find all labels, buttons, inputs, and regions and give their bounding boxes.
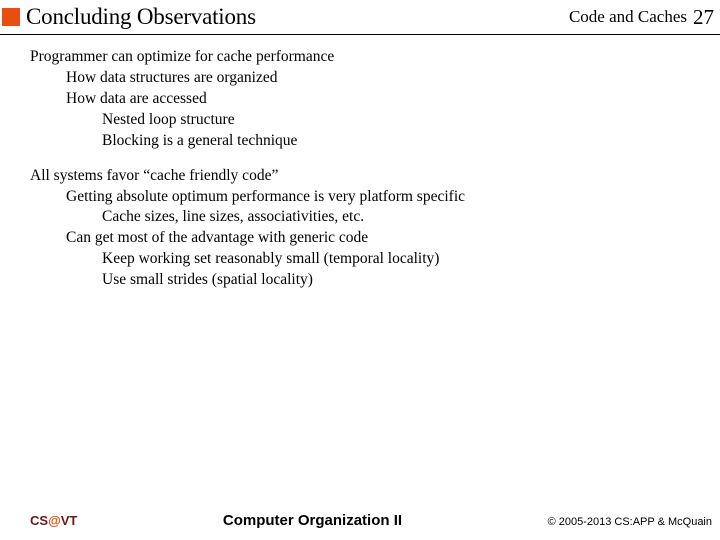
bullet-l1: Can get most of the advantage with gener… <box>66 228 696 249</box>
slide-footer: CS@VT Computer Organization II © 2005-20… <box>0 512 720 530</box>
footer-vt: VT <box>61 513 78 528</box>
bullet-l0: All systems favor “cache friendly code” <box>30 166 696 187</box>
footer-at: @ <box>48 513 61 528</box>
bullet-l1: Getting absolute optimum performance is … <box>66 187 696 208</box>
bullet-l0: Programmer can optimize for cache perfor… <box>30 47 696 68</box>
bullet-l2: Blocking is a general technique <box>102 131 696 152</box>
footer-cs: CS <box>30 513 48 528</box>
slide-topic: Code and Caches <box>569 7 687 27</box>
footer-affiliation: CS@VT <box>30 512 77 530</box>
bullet-l1: How data structures are organized <box>66 68 696 89</box>
footer-course: Computer Organization II <box>77 512 547 529</box>
accent-square-icon <box>2 8 20 26</box>
bullet-l2: Cache sizes, line sizes, associativities… <box>102 207 696 228</box>
bullet-l1: How data are accessed <box>66 89 696 110</box>
bullet-l2: Keep working set reasonably small (tempo… <box>102 249 696 270</box>
slide-title: Concluding Observations <box>26 4 256 30</box>
slide-header: Concluding Observations Code and Caches … <box>0 0 720 34</box>
bullet-l2: Use small strides (spatial locality) <box>102 270 696 291</box>
page-number: 27 <box>693 5 714 30</box>
footer-copyright: © 2005-2013 CS:APP & McQuain <box>548 516 712 528</box>
slide-body: Programmer can optimize for cache perfor… <box>0 35 720 291</box>
bullet-l2: Nested loop structure <box>102 110 696 131</box>
